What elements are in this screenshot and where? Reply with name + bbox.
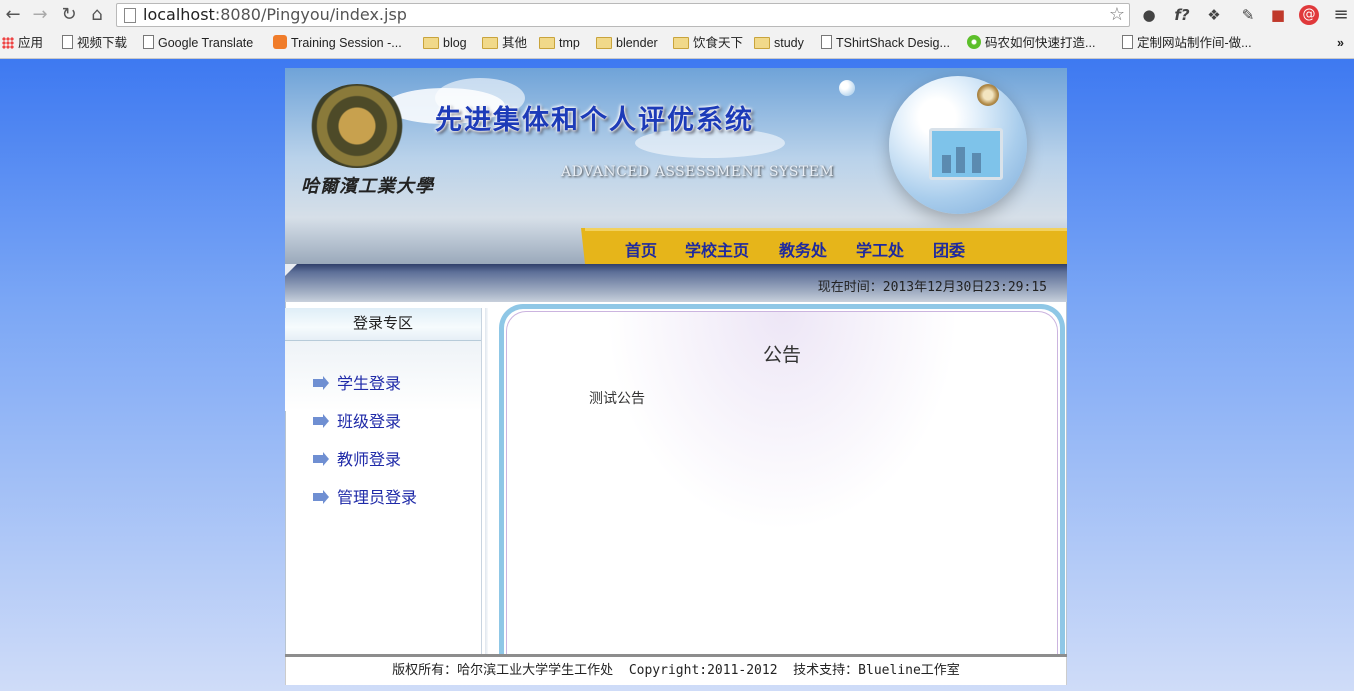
monitor-icon (929, 128, 1003, 180)
training-icon (273, 35, 287, 49)
reload-icon[interactable]: ↻ (58, 4, 80, 26)
home-icon[interactable]: ⌂ (86, 4, 108, 26)
folder-icon (673, 37, 689, 49)
arrow-right-icon (313, 376, 329, 390)
page-frame: 哈爾濱工業大學 先进集体和个人评优系统 ADVANCED ASSESSMENT … (285, 68, 1067, 685)
forward-icon[interactable]: → (29, 4, 51, 26)
bookmark-blender[interactable]: blender (596, 35, 658, 51)
login-section-title: 登录专区 (352, 315, 413, 332)
address-bar[interactable]: localhost:8080/Pingyou/index.jsp ☆ (116, 3, 1130, 27)
globe-illustration (889, 76, 1027, 214)
system-title: 先进集体和个人评优系统 (435, 105, 754, 136)
bookmark-video[interactable]: 视频下载 (62, 35, 127, 51)
class-login-link[interactable]: 班级登录 (313, 408, 401, 432)
snail-icon (977, 84, 999, 106)
at-extension-icon[interactable]: @ (1299, 5, 1319, 25)
globe-extension-icon[interactable]: ● (1139, 5, 1159, 25)
login-section-header: 登录专区 (285, 308, 481, 341)
status-strip: 现在时间：2013年12月30日23:29:15 (285, 264, 1067, 302)
nav-school-home[interactable]: 学校主页 (685, 237, 749, 261)
nav-youth-league[interactable]: 团委 (933, 237, 965, 261)
login-sidebar: 登录专区 学生登录 班级登录 教师登录 管理员登录 (285, 308, 482, 654)
school-name: 哈爾濱工業大學 (301, 176, 434, 197)
url-text: localhost:8080/Pingyou/index.jsp (143, 5, 407, 24)
nav-academic-affairs[interactable]: 教务处 (779, 237, 827, 261)
system-subtitle: ADVANCED ASSESSMENT SYSTEM (561, 164, 835, 180)
nav-home[interactable]: 首页 (625, 237, 657, 261)
arrow-right-icon (313, 452, 329, 466)
function-extension-icon[interactable]: f? (1172, 5, 1192, 25)
bookmark-study[interactable]: study (754, 35, 804, 51)
admin-login-link[interactable]: 管理员登录 (313, 484, 417, 508)
page-icon (62, 35, 73, 49)
bookmark-tmp[interactable]: tmp (539, 35, 580, 51)
page-icon (821, 35, 832, 49)
bookmark-blog[interactable]: blog (423, 35, 467, 51)
bookmark-training[interactable]: Training Session -... (273, 35, 402, 51)
arrow-right-icon (313, 490, 329, 504)
bookmark-other[interactable]: 其他 (482, 35, 527, 51)
copyright-text: 版权所有：哈尔滨工业大学学生工作处 Copyright:2011-2012 技术… (392, 663, 960, 678)
tool-extension-icon[interactable]: ❖ (1204, 5, 1224, 25)
bookmark-google-translate[interactable]: Google Translate (143, 35, 253, 51)
page-icon (1122, 35, 1133, 49)
page-icon (124, 8, 136, 23)
apps-icon (2, 37, 14, 49)
flower-icon (967, 35, 981, 49)
notice-body: 测试公告 (589, 390, 645, 406)
student-login-link[interactable]: 学生登录 (313, 370, 401, 394)
bookmarks-bar: 应用 视频下载 Google Translate Training Sessio… (0, 31, 1354, 55)
university-logo (309, 84, 405, 168)
current-time: 现在时间：2013年12月30日23:29:15 (817, 280, 1047, 295)
menu-icon[interactable]: ≡ (1331, 5, 1351, 25)
footer: 版权所有：哈尔滨工业大学学生工作处 Copyright:2011-2012 技术… (285, 657, 1067, 685)
notice-title: 公告 (762, 345, 801, 366)
main-nav: 首页 学校主页 教务处 学工处 团委 (581, 228, 1067, 264)
browser-chrome: ← → ↻ ⌂ localhost:8080/Pingyou/index.jsp… (0, 0, 1354, 59)
notice-panel: 公告 测试公告 (499, 304, 1065, 654)
bookmark-custom-site[interactable]: 定制网站制作间-做... (1122, 35, 1252, 51)
bookmark-food[interactable]: 饮食天下 (673, 35, 743, 51)
bookmark-apps[interactable]: 应用 (2, 35, 43, 51)
eyedropper-extension-icon[interactable]: ✎ (1238, 5, 1258, 25)
teacher-login-link[interactable]: 教师登录 (313, 446, 401, 470)
book-extension-icon[interactable]: ■ (1268, 5, 1288, 25)
more-bookmarks-button[interactable]: » (1337, 35, 1344, 51)
banner: 哈爾濱工業大學 先进集体和个人评优系统 ADVANCED ASSESSMENT … (285, 68, 1067, 264)
bookmark-coder[interactable]: 码农如何快速打造... (967, 35, 1095, 51)
folder-icon (482, 37, 498, 49)
nav-student-affairs[interactable]: 学工处 (856, 237, 904, 261)
folder-icon (754, 37, 770, 49)
folder-icon (423, 37, 439, 49)
page-icon (143, 35, 154, 49)
folder-icon (596, 37, 612, 49)
bubble-decoration (839, 80, 855, 96)
bookmark-tshirtshack[interactable]: TShirtShack Desig... (821, 35, 950, 51)
back-icon[interactable]: ← (2, 4, 24, 26)
column-divider (485, 308, 488, 654)
arrow-right-icon (313, 414, 329, 428)
bookmark-star-icon[interactable]: ☆ (1109, 4, 1125, 26)
folder-icon (539, 37, 555, 49)
